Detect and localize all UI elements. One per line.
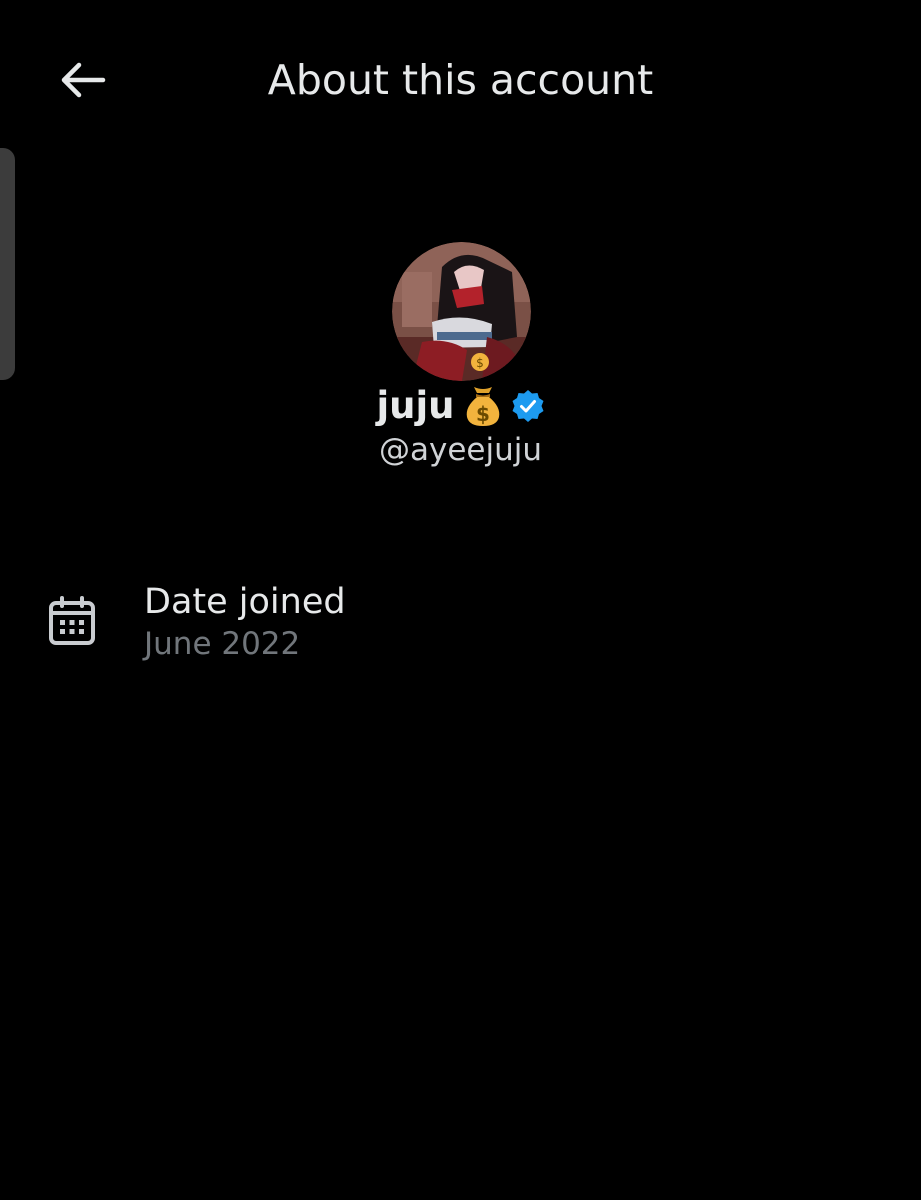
svg-text:$: $	[476, 356, 484, 370]
display-name: juju	[376, 384, 455, 427]
date-joined-label: Date joined	[144, 582, 346, 622]
money-bag-icon: $	[466, 387, 499, 426]
header: About this account	[0, 0, 921, 160]
avatar-image: $	[392, 242, 531, 381]
date-joined-row: Date joined June 2022	[0, 570, 921, 670]
side-drawer-handle[interactable]	[0, 148, 15, 380]
calendar-icon	[49, 596, 95, 645]
page-title: About this account	[267, 56, 654, 104]
verified-badge-icon	[512, 390, 544, 422]
display-name-row: juju $	[0, 383, 921, 429]
avatar[interactable]: $	[392, 242, 531, 381]
svg-text:$: $	[476, 402, 490, 426]
username-handle: @ayeejuju	[378, 432, 542, 468]
date-joined-value: June 2022	[144, 626, 301, 662]
